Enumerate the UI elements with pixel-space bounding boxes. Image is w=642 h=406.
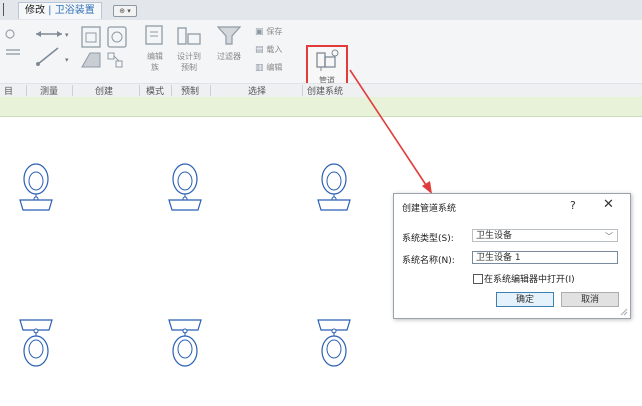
design-fab-label-1: 设计到 <box>177 52 201 61</box>
filter-label: 过滤器 <box>217 52 241 61</box>
system-type-value: 卫生设备 <box>476 231 513 241</box>
edit-label: 编辑 <box>266 63 283 72</box>
system-name-label: 系统名称(N): <box>402 256 455 266</box>
panel-divider <box>26 85 27 96</box>
create-icon[interactable] <box>78 23 138 75</box>
panel-label-create: 创建 <box>95 87 114 97</box>
partial-modify-icons[interactable] <box>0 24 30 64</box>
load-icon: ▤ <box>255 45 264 55</box>
save-selection-button[interactable]: ▣ 保存 <box>255 26 301 40</box>
edit-family-icon <box>145 25 163 45</box>
panel-label-measure: 测量 <box>40 87 59 97</box>
open-in-editor-label: 在系统编辑器中打开(I) <box>484 275 575 285</box>
resize-grip-icon[interactable] <box>620 308 628 316</box>
toilet-fixture[interactable] <box>317 319 351 367</box>
close-button[interactable]: ✕ <box>603 197 614 212</box>
tab-divider <box>3 3 4 16</box>
edit-icon: ▥ <box>255 63 264 73</box>
fabrication-icon <box>177 27 201 45</box>
pipe-icon <box>316 49 339 71</box>
load-selection-button[interactable]: ▤ 载入 <box>255 44 301 58</box>
panel-label-selection: 选择 <box>248 87 267 97</box>
toilet-fixture[interactable] <box>19 163 53 211</box>
tab-modify-plumbing-fixtures[interactable]: 修改 | 卫浴装置 <box>18 2 102 19</box>
svg-text:▾: ▾ <box>65 56 69 64</box>
panel-divider <box>171 85 172 96</box>
tab-separator: | <box>45 5 55 16</box>
toilet-fixture[interactable] <box>317 163 351 211</box>
panel-label-create-system: 创建系统 <box>307 87 344 97</box>
help-button[interactable]: ? <box>570 199 576 212</box>
design-to-fabrication-button[interactable]: 设计到 预制 <box>172 24 206 73</box>
options-bar <box>0 97 642 117</box>
design-fab-label-2: 预制 <box>181 63 197 72</box>
edit-family-button[interactable]: 编辑 族 <box>142 24 168 73</box>
ribbon-panel-labels: 目 测量 创建 模式 预制 选择 创建系统 <box>0 83 642 97</box>
panel-divider <box>72 85 73 96</box>
save-label: 保存 <box>266 27 283 36</box>
dialog-title: 创建管道系统 <box>402 204 457 214</box>
svg-text:▾: ▾ <box>65 31 69 39</box>
ok-button[interactable]: 确定 <box>496 292 554 307</box>
open-in-editor-checkbox[interactable] <box>473 274 483 284</box>
edit-family-label-2: 族 <box>151 63 159 72</box>
toilet-fixture[interactable] <box>19 319 53 367</box>
selection-small-buttons: ▣ 保存 ▤ 载入 ▥ 编辑 <box>255 26 301 76</box>
filter-button[interactable]: 过滤器 <box>212 24 246 62</box>
panel-label-prefab: 预制 <box>181 87 200 97</box>
panel-label-mode: 模式 <box>146 87 165 97</box>
panel-divider <box>139 85 140 96</box>
cancel-button[interactable]: 取消 <box>561 292 619 307</box>
chevron-down-icon: ﹀ <box>605 232 613 241</box>
tab-context-label: 卫浴装置 <box>54 5 95 16</box>
panel-label-partial: 目 <box>4 87 14 97</box>
save-icon: ▣ <box>255 27 264 37</box>
system-type-label: 系统类型(S): <box>402 234 454 244</box>
load-label: 载入 <box>266 45 283 54</box>
tab-modify-label: 修改 <box>25 5 45 16</box>
measure-icon[interactable]: ▾ ▾ <box>32 24 72 72</box>
ribbon-tab-strip: 修改 | 卫浴装置 ⊕ ▾ <box>0 0 642 21</box>
edit-selection-button[interactable]: ▥ 编辑 <box>255 62 301 76</box>
context-dropdown-button[interactable]: ⊕ ▾ <box>113 5 137 17</box>
system-type-select[interactable]: 卫生设备 ﹀ <box>472 229 618 242</box>
filter-icon <box>216 26 242 45</box>
panel-divider <box>210 85 211 96</box>
toilet-fixture[interactable] <box>168 163 202 211</box>
system-name-input[interactable]: 卫生设备 1 <box>472 251 618 264</box>
toilet-fixture[interactable] <box>168 319 202 367</box>
create-piping-system-dialog: 创建管道系统 ? ✕ 系统类型(S): 卫生设备 ﹀ 系统名称(N): 卫生设备… <box>393 193 631 319</box>
panel-divider <box>302 85 303 96</box>
edit-family-label-1: 编辑 <box>147 52 163 61</box>
